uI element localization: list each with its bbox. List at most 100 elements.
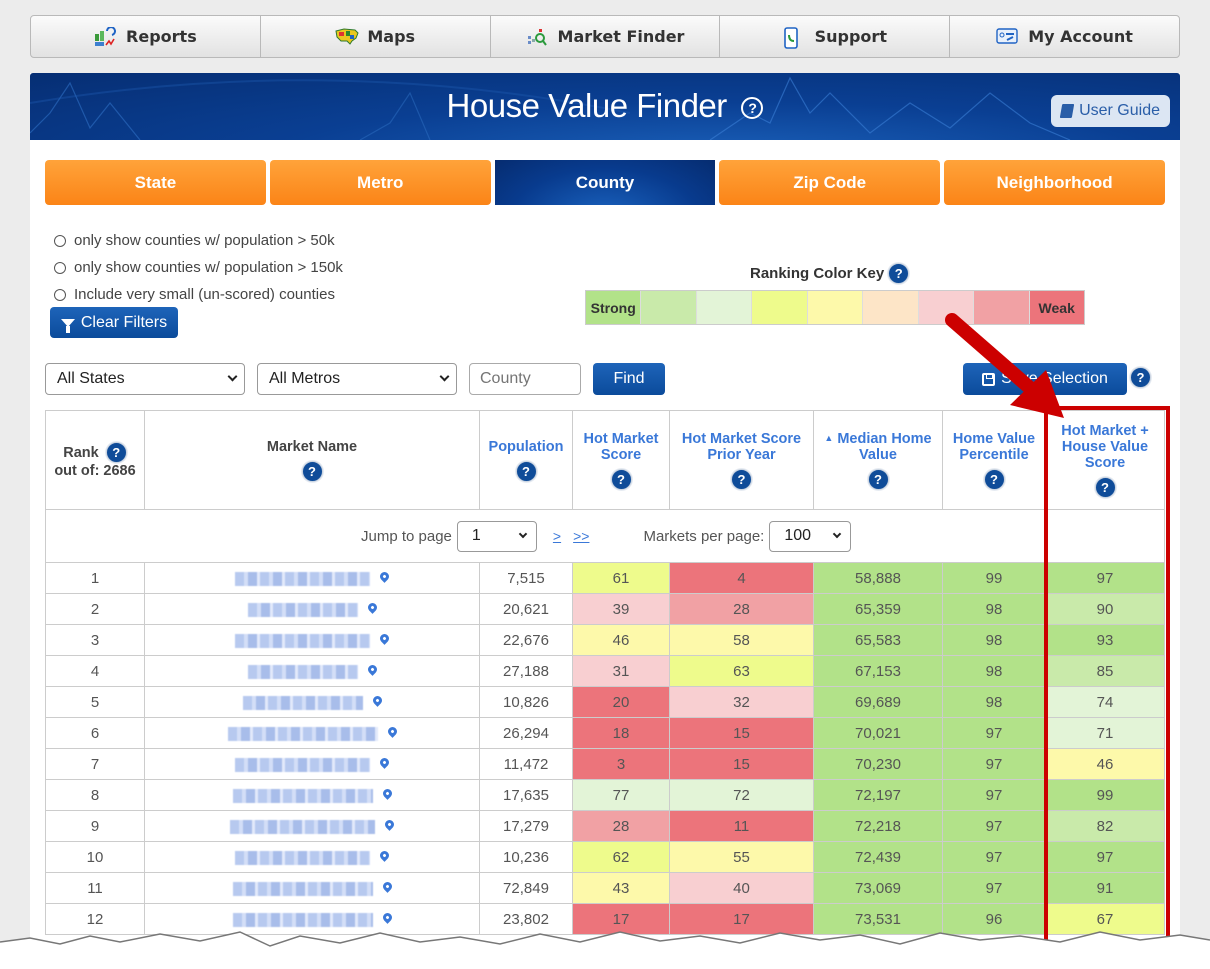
hot-market-score-cell: 46 [572,624,670,656]
nav-my-account-label: My Account [1028,27,1133,46]
title-help-icon[interactable]: ? [741,97,764,120]
market-name-link[interactable] [235,633,370,648]
metro-select[interactable]: All Metros [257,363,457,395]
page-select[interactable]: 1 [456,520,537,552]
table-row[interactable]: 8 17,635 77 72 72,197 97 99 [45,779,1165,811]
market-name-link[interactable] [230,819,375,834]
help-icon[interactable]: ? [888,263,910,284]
filter-option-50k[interactable]: only show counties w/ population > 50k [54,227,343,254]
save-selection-button[interactable]: Save Selection [963,363,1127,395]
clear-filters-button[interactable]: Clear Filters [50,307,178,338]
market-name-link[interactable] [232,912,373,927]
help-icon[interactable]: ? [515,460,537,482]
nav-support[interactable]: Support [720,16,951,57]
help-icon[interactable]: ? [301,460,323,482]
clear-filters-label: Clear Filters [80,313,168,331]
market-name-cell [144,748,480,780]
table-row[interactable]: 12 23,802 17 17 73,531 96 67 [45,903,1165,935]
table-row[interactable]: 6 26,294 18 15 70,021 97 71 [45,717,1165,749]
market-name-link[interactable] [232,788,373,803]
radio-button[interactable] [54,261,66,274]
market-name-cell [144,562,480,594]
col-prior-year-score[interactable]: Hot Market Score Prior Year ? [669,410,814,510]
table-row[interactable]: 10 10,236 62 55 72,439 97 97 [45,841,1165,873]
nav-reports[interactable]: Reports [31,16,261,57]
tab-county[interactable]: County [494,160,716,205]
market-name-link[interactable] [247,664,358,679]
col-median-home-value[interactable]: ▲ Median Home Value ? [813,410,943,510]
tab-neighborhood[interactable]: Neighborhood [944,160,1165,205]
table-row[interactable]: 1 7,515 61 4 58,888 99 97 [45,562,1165,594]
per-page-select[interactable]: 100 [769,520,852,552]
map-pin-icon[interactable] [378,849,391,862]
help-icon[interactable]: ? [731,468,752,490]
help-icon[interactable]: ? [1094,476,1116,498]
filter-label: Include very small (un-scored) counties [74,286,335,303]
table-row[interactable]: 7 11,472 3 15 70,230 97 46 [45,748,1165,780]
table-row[interactable]: 11 72,849 43 40 73,069 97 91 [45,872,1165,904]
state-select[interactable]: All States [45,363,245,395]
nav-my-account[interactable]: My Account [950,16,1179,57]
col-prior-year-label: Hot Market Score Prior Year [681,430,802,463]
table-row[interactable]: 2 20,621 39 28 65,359 98 90 [45,593,1165,625]
median-home-value-cell: 69,689 [813,686,943,718]
nav-market-finder[interactable]: Market Finder [491,16,721,57]
help-icon[interactable]: ? [610,468,632,490]
market-name-link[interactable] [247,602,358,617]
prior-year-score-cell: 58 [669,624,814,656]
tab-zip-code[interactable]: Zip Code [719,160,941,205]
map-pin-icon[interactable] [380,880,394,893]
save-help-icon[interactable]: ? [1130,367,1151,388]
table-row[interactable]: 4 27,188 31 63 67,153 98 85 [45,655,1165,687]
col-population[interactable]: Population ? [479,410,573,510]
map-pin-icon[interactable] [365,601,379,614]
map-pin-icon[interactable] [378,756,391,769]
map-pin-icon[interactable] [365,663,379,676]
col-home-value-percentile[interactable]: Home Value Percentile ? [942,410,1046,510]
color-key-swatch [696,291,753,324]
market-name-link[interactable] [232,881,373,896]
table-row[interactable]: 5 10,826 20 32 69,689 98 74 [45,686,1165,718]
col-rank[interactable]: Rank ? out of: 2686 [45,410,145,510]
last-page-link[interactable]: >> [573,528,589,544]
book-icon [1059,104,1075,118]
tab-state[interactable]: State [45,160,266,205]
col-hot-market-score[interactable]: Hot Market Score ? [572,410,670,510]
hot-market-score-cell: 61 [572,562,670,594]
market-name-link[interactable] [242,695,363,710]
user-guide-button[interactable]: User Guide [1051,95,1170,127]
nav-maps[interactable]: Maps [261,16,491,57]
col-market-name[interactable]: Market Name ? [144,410,480,510]
chevron-down-icon [439,371,450,382]
table-row[interactable]: 3 22,676 46 58 65,583 98 93 [45,624,1165,656]
help-icon[interactable]: ? [983,468,1005,490]
map-pin-icon[interactable] [385,725,399,738]
market-name-link[interactable] [235,850,370,865]
map-pin-icon[interactable] [383,818,396,831]
radio-button[interactable] [54,234,66,247]
help-icon[interactable]: ? [105,441,127,463]
map-pin-icon[interactable] [378,632,391,645]
market-name-cell [144,872,480,904]
filter-option-small[interactable]: Include very small (un-scored) counties [54,281,343,308]
county-search-input[interactable] [469,363,581,395]
map-pin-icon[interactable] [380,787,394,800]
filter-option-150k[interactable]: only show counties w/ population > 150k [54,254,343,281]
map-pin-icon[interactable] [380,911,394,924]
table-row[interactable]: 9 17,279 28 11 72,218 97 82 [45,810,1165,842]
combined-score-cell: 82 [1045,810,1165,842]
home-value-percentile-cell: 99 [942,562,1046,594]
next-page-link[interactable]: > [553,528,561,544]
map-pin-icon[interactable] [370,694,384,707]
tab-metro[interactable]: Metro [269,160,491,205]
find-button[interactable]: Find [593,363,665,395]
col-combined-score[interactable]: Hot Market + House Value Score ? [1045,410,1165,510]
radio-button[interactable] [54,288,66,301]
population-cell: 10,826 [479,686,573,718]
rank-cell: 5 [45,686,145,718]
help-icon[interactable]: ? [867,468,889,490]
market-name-link[interactable] [235,571,370,586]
market-name-link[interactable] [227,726,378,741]
market-name-link[interactable] [235,757,370,772]
map-pin-icon[interactable] [378,570,391,583]
